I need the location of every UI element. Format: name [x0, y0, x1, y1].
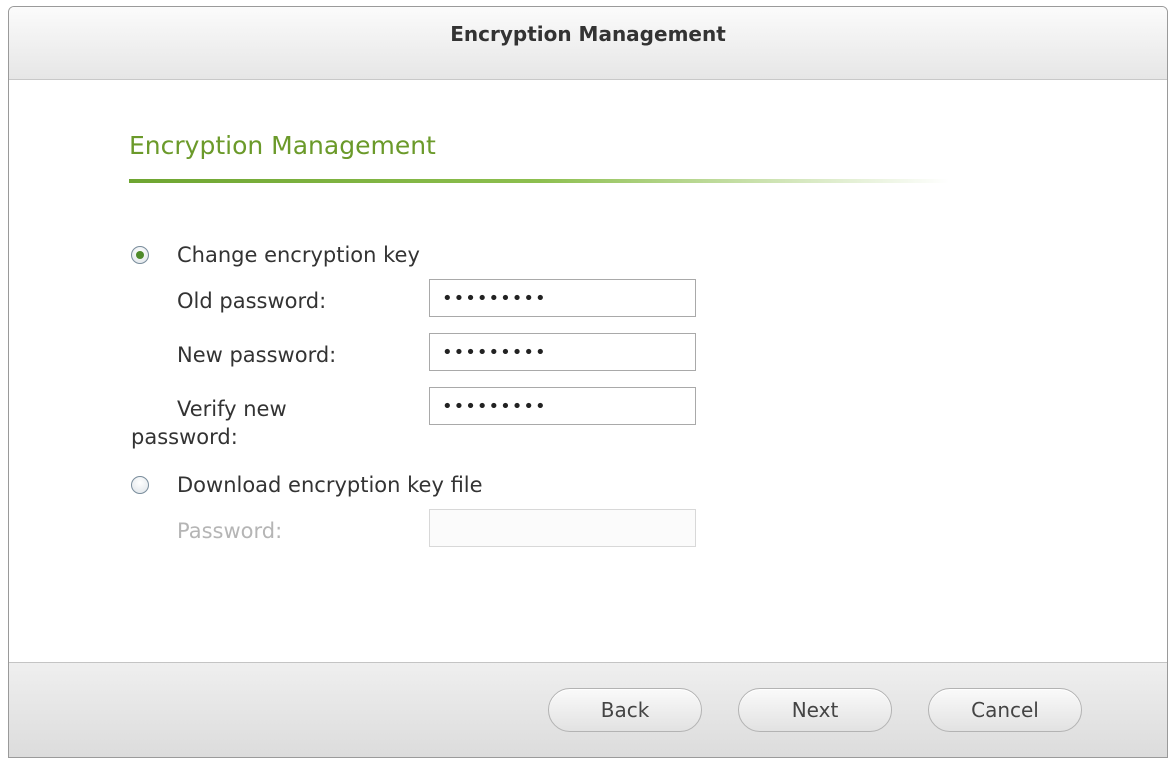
next-button[interactable]: Next — [738, 688, 892, 732]
encryption-management-dialog: Encryption Management Encryption Managem… — [8, 6, 1168, 758]
download-encryption-key-radio[interactable] — [131, 476, 149, 494]
download-password-field[interactable] — [429, 509, 696, 547]
old-password-field[interactable] — [429, 279, 696, 317]
change-encryption-key-option[interactable]: Change encryption key — [131, 243, 420, 267]
section-title: Encryption Management — [129, 131, 436, 160]
dialog-footer: Back Next Cancel — [9, 662, 1167, 757]
download-password-label: Password: — [177, 519, 283, 543]
new-password-field[interactable] — [429, 333, 696, 371]
cancel-button[interactable]: Cancel — [928, 688, 1082, 732]
dialog-title: Encryption Management — [9, 7, 1167, 80]
old-password-label: Old password: — [177, 289, 327, 313]
verify-password-label-line2: password: — [131, 425, 238, 449]
change-encryption-key-label: Change encryption key — [177, 243, 420, 267]
new-password-label: New password: — [177, 343, 337, 367]
verify-password-field[interactable] — [429, 387, 696, 425]
download-encryption-key-label: Download encryption key file — [177, 473, 483, 497]
back-button[interactable]: Back — [548, 688, 702, 732]
change-encryption-key-radio[interactable] — [131, 246, 149, 264]
section-divider — [129, 179, 949, 183]
verify-password-label-line1: Verify new — [177, 397, 287, 421]
radio-selected-dot — [136, 251, 144, 259]
download-encryption-key-option[interactable]: Download encryption key file — [131, 473, 483, 497]
